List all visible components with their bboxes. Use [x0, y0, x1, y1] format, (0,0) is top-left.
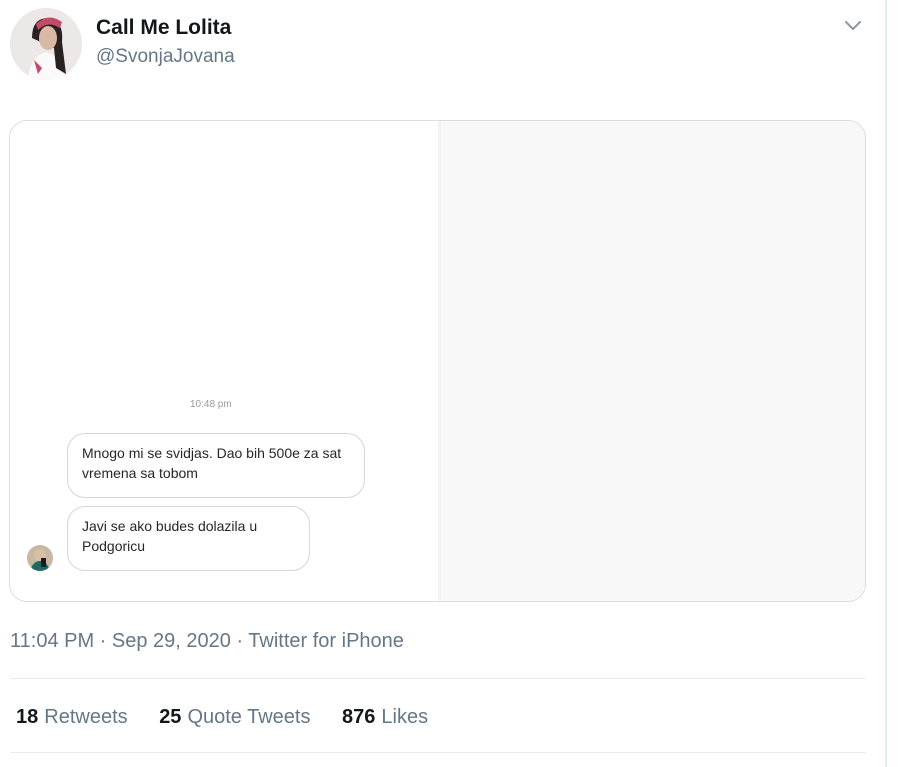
retweets-count: 18: [16, 706, 39, 728]
quote-tweets-label: Quote Tweets: [187, 706, 311, 728]
divider: [10, 678, 866, 679]
tweet-header: Call Me Lolita @SvonjaJovana: [0, 0, 885, 100]
retweets-label: Retweets: [44, 706, 128, 728]
photo-panel: [441, 121, 865, 601]
likes-count: 876: [342, 706, 376, 728]
chat-message: Mnogo mi se svidjas. Dao bih 500e za sat…: [67, 433, 365, 498]
display-name[interactable]: Call Me Lolita: [96, 16, 231, 40]
chat-message: Javi se ako budes dolazila u Podgoricu: [67, 506, 310, 571]
quote-tweets-stat[interactable]: 25 Quote Tweets: [159, 706, 310, 729]
user-handle[interactable]: @SvonjaJovana: [96, 46, 235, 68]
avatar-image: [10, 8, 82, 80]
avatar[interactable]: [10, 8, 82, 80]
chevron-down-icon[interactable]: [840, 12, 866, 38]
likes-stat[interactable]: 876 Likes: [342, 706, 428, 729]
engagement-stats: 18 Retweets 25 Quote Tweets 876 Likes: [16, 706, 454, 729]
message-time: 10:48 pm: [190, 399, 232, 410]
retweets-stat[interactable]: 18 Retweets: [16, 706, 128, 729]
divider: [10, 752, 866, 753]
quote-tweets-count: 25: [159, 706, 182, 728]
tweet-media[interactable]: 10:48 pm Mnogo mi se svidjas. Dao bih 50…: [9, 120, 866, 602]
timeline-border: [885, 0, 887, 767]
sender-avatar: [27, 545, 53, 571]
tweet-timestamp[interactable]: 11:04 PM · Sep 29, 2020 · Twitter for iP…: [10, 630, 404, 653]
chat-screenshot: 10:48 pm Mnogo mi se svidjas. Dao bih 50…: [10, 121, 437, 601]
likes-label: Likes: [381, 706, 429, 728]
